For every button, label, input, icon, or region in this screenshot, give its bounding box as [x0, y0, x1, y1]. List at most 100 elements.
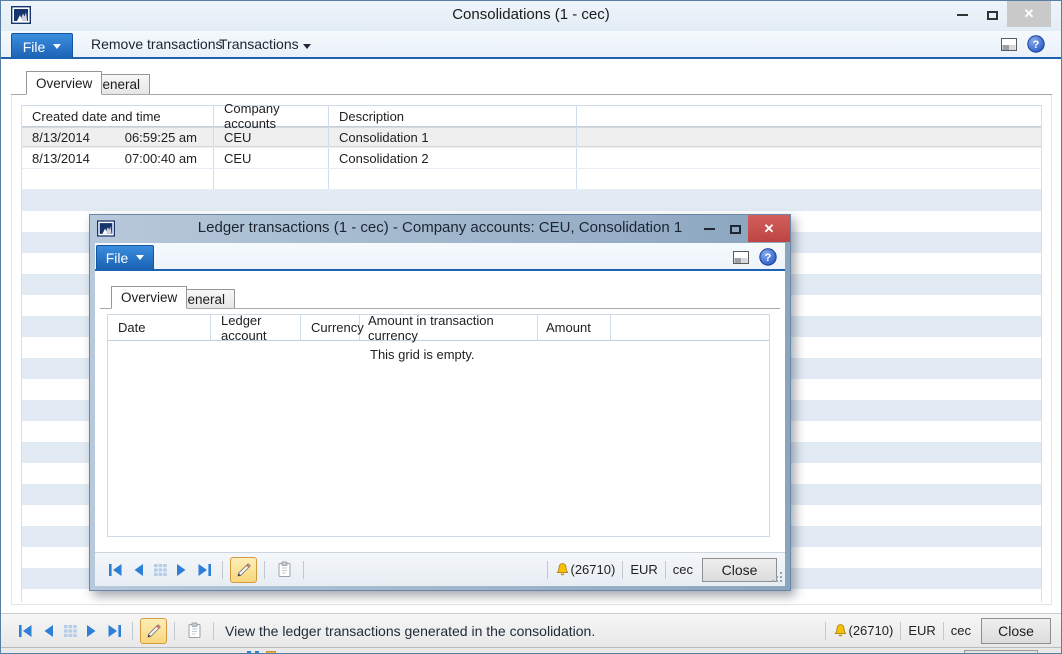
notification-count[interactable]: (26710) — [849, 623, 894, 638]
close-form-button[interactable]: Close — [702, 558, 777, 582]
grid-view-button[interactable] — [59, 623, 81, 639]
maximize-button[interactable] — [722, 215, 748, 243]
minimize-button[interactable] — [947, 1, 977, 29]
child-menubar: File ? — [95, 243, 785, 271]
help-icon[interactable]: ? — [759, 248, 777, 266]
toolbar-separator — [222, 561, 223, 579]
file-menu-button[interactable]: File — [11, 33, 73, 59]
pencil-icon — [236, 562, 252, 578]
clipboard-icon — [277, 561, 292, 578]
next-record-icon — [174, 563, 190, 577]
first-record-button[interactable] — [105, 562, 127, 578]
column-header-description[interactable]: Description — [329, 106, 577, 126]
description-cell: Consolidation 1 — [329, 127, 577, 147]
column-header-date[interactable]: Date — [108, 315, 211, 340]
child-status-bar: (26710) EUR cec Close — [95, 552, 785, 586]
grid-view-icon — [153, 563, 168, 577]
background-window-strip — [1, 647, 1061, 654]
last-record-icon — [196, 563, 212, 577]
maximize-icon — [987, 11, 998, 20]
column-header-amount-transaction-currency[interactable]: Amount in transaction currency — [360, 315, 538, 340]
toolbar-separator — [213, 622, 214, 640]
notifications-bell-icon[interactable] — [833, 623, 848, 639]
toolbar-separator — [547, 561, 548, 579]
notifications-bell-icon[interactable] — [555, 562, 570, 578]
chevron-down-icon — [53, 44, 61, 49]
paste-record-button[interactable] — [272, 557, 296, 583]
first-record-button[interactable] — [15, 623, 37, 639]
table-row-consolidation-1[interactable]: 8/13/2014 06:59:25 am CEU Consolidation 1 — [22, 127, 1041, 148]
file-menu-button[interactable]: File — [96, 245, 154, 269]
grid-view-icon — [63, 624, 78, 638]
edit-record-button[interactable] — [140, 618, 167, 644]
child-titlebar[interactable]: Ledger transactions (1 - cec) - Company … — [90, 215, 790, 243]
previous-record-button[interactable] — [37, 623, 59, 639]
toolbar-separator — [174, 622, 175, 640]
column-header-created-date[interactable]: Created date and time — [22, 106, 214, 126]
main-status-bar: View the ledger transactions generated i… — [1, 613, 1062, 647]
column-header-filler — [577, 106, 1041, 126]
paste-record-button[interactable] — [182, 618, 206, 644]
toolbar-separator — [132, 622, 133, 640]
resize-grip[interactable] — [771, 571, 784, 584]
minimize-icon — [704, 228, 715, 230]
close-window-button[interactable]: ✕ — [1007, 1, 1051, 27]
first-record-icon — [108, 563, 124, 577]
currency-indicator: EUR — [908, 623, 935, 638]
svg-text:?: ? — [765, 252, 772, 264]
toolbar-separator — [900, 622, 901, 640]
created-time: 06:59:25 am — [125, 130, 197, 145]
created-date: 8/13/2014 — [32, 151, 90, 166]
next-record-button[interactable] — [81, 623, 103, 639]
tab-overview[interactable]: Overview — [111, 286, 187, 309]
company-accounts-cell: CEU — [214, 127, 329, 147]
maximize-button[interactable] — [977, 1, 1007, 29]
grid-header-row: Created date and time Company accounts D… — [22, 105, 1041, 127]
column-header-currency[interactable]: Currency — [301, 315, 360, 340]
menu-item-remove-transactions[interactable]: Remove transactions — [91, 31, 223, 57]
edit-record-button[interactable] — [230, 557, 257, 583]
layout-pane-icon[interactable] — [1001, 38, 1017, 51]
help-icon[interactable]: ? — [1027, 35, 1045, 53]
toolbar-separator — [943, 622, 944, 640]
minimize-button[interactable] — [696, 215, 722, 243]
next-record-button[interactable] — [171, 562, 193, 578]
created-date: 8/13/2014 — [32, 130, 90, 145]
ledger-transactions-grid: Date Ledger account Currency Amount in t… — [107, 314, 770, 537]
toolbar-separator — [264, 561, 265, 579]
close-icon: ✕ — [1024, 6, 1035, 22]
company-indicator[interactable]: cec — [673, 562, 693, 577]
grid-view-button[interactable] — [149, 562, 171, 578]
main-titlebar[interactable]: Consolidations (1 - cec) ✕ — [1, 1, 1061, 31]
column-header-amount[interactable]: Amount — [538, 315, 611, 340]
status-help-text: View the ledger transactions generated i… — [225, 623, 595, 639]
layout-pane-icon[interactable] — [733, 251, 749, 264]
column-header-ledger-account[interactable]: Ledger account — [211, 315, 301, 340]
last-record-button[interactable] — [103, 623, 125, 639]
company-indicator[interactable]: cec — [951, 623, 971, 638]
last-record-button[interactable] — [193, 562, 215, 578]
description-cell: Consolidation 2 — [329, 148, 577, 168]
table-row-consolidation-2[interactable]: 8/13/2014 07:00:40 am CEU Consolidation 2 — [22, 148, 1041, 169]
toolbar-separator — [665, 561, 666, 579]
tabstrip-divider — [11, 94, 1052, 95]
toolbar-separator — [825, 622, 826, 640]
previous-record-button[interactable] — [127, 562, 149, 578]
table-row-empty[interactable] — [22, 169, 1041, 190]
pencil-icon — [146, 623, 162, 639]
grid-empty-message: This grid is empty. — [370, 347, 475, 362]
created-time: 07:00:40 am — [125, 151, 197, 166]
notification-count[interactable]: (26710) — [571, 562, 616, 577]
main-menubar: File Remove transactions Transactions ? — [1, 31, 1061, 59]
close-form-button[interactable]: Close — [981, 618, 1051, 644]
menu-item-transactions[interactable]: Transactions — [219, 31, 311, 57]
column-header-company-accounts[interactable]: Company accounts — [214, 106, 329, 126]
consolidations-grid: Created date and time Company accounts D… — [21, 105, 1042, 190]
column-header-filler — [611, 315, 769, 340]
company-accounts-cell: CEU — [214, 148, 329, 168]
currency-indicator: EUR — [630, 562, 657, 577]
grid-header-row: Date Ledger account Currency Amount in t… — [108, 315, 769, 341]
close-window-button[interactable]: ✕ — [748, 215, 790, 242]
tab-overview[interactable]: Overview — [26, 71, 102, 95]
window-title: Consolidations (1 - cec) — [1, 6, 1061, 23]
